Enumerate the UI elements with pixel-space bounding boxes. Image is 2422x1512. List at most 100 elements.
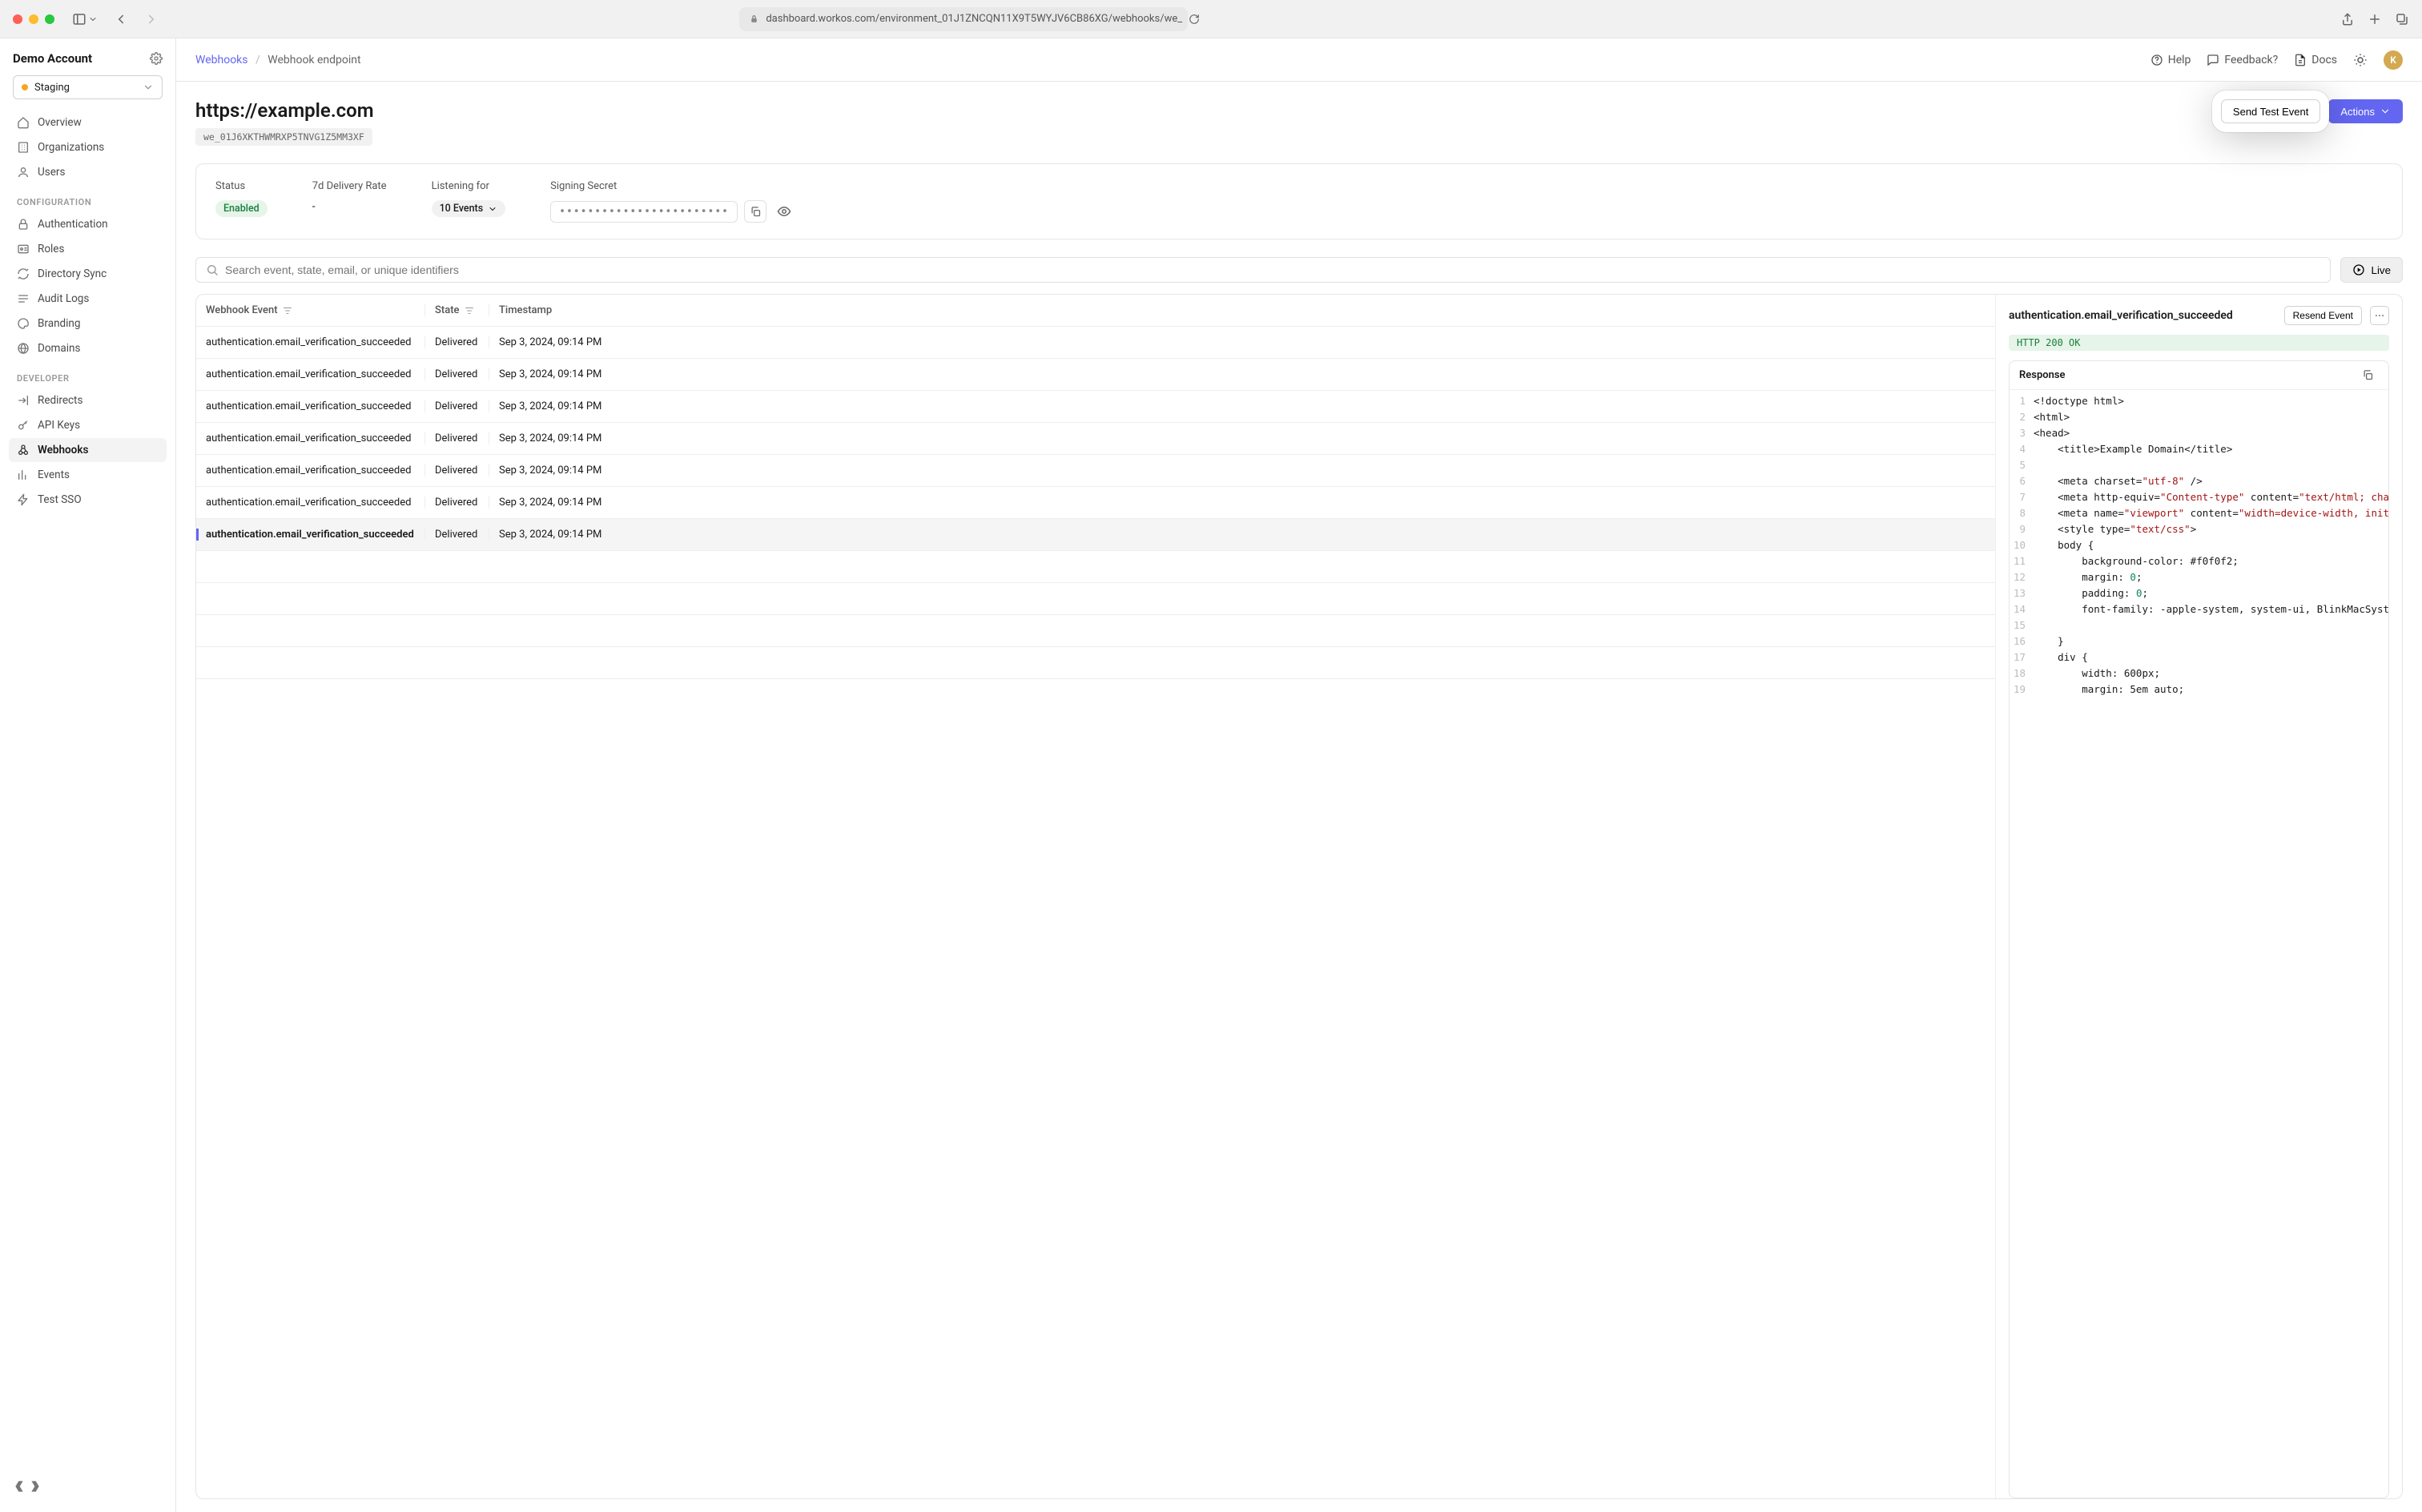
copy-response-button[interactable] <box>2356 364 2379 387</box>
more-actions-button[interactable] <box>2370 306 2389 325</box>
breadcrumb-root-link[interactable]: Webhooks <box>195 54 248 66</box>
listening-events-pill[interactable]: 10 Events <box>432 200 506 217</box>
env-dot-icon <box>22 84 28 90</box>
sidebar-item-redirects[interactable]: Redirects <box>9 388 167 412</box>
sidebar-item-events[interactable]: Events <box>9 463 167 487</box>
cell-state: Delivered <box>425 432 489 444</box>
window-zoom-button[interactable] <box>45 14 54 24</box>
new-tab-icon[interactable] <box>2368 12 2382 26</box>
sidebar-item-roles[interactable]: Roles <box>9 237 167 261</box>
sidebar-item-audit-logs[interactable]: Audit Logs <box>9 287 167 311</box>
code-line: 4 <title>Example Domain</title> <box>2010 441 2388 457</box>
sidebar-item-overview[interactable]: Overview <box>9 111 167 135</box>
code-line: 2<html> <box>2010 409 2388 425</box>
search-icon <box>206 263 219 276</box>
webhook-icon <box>17 444 30 456</box>
cell-state: Delivered <box>425 464 489 477</box>
live-button[interactable]: Live <box>2340 257 2403 283</box>
sidebar: Demo Account Staging OverviewOrganizatio… <box>0 38 176 1512</box>
reload-icon[interactable] <box>1189 14 1200 25</box>
table-row-empty <box>196 551 1995 583</box>
cell-timestamp: Sep 3, 2024, 09:14 PM <box>489 464 1995 477</box>
sidebar-item-webhooks[interactable]: Webhooks <box>9 438 167 462</box>
events-icon <box>17 468 30 481</box>
breadcrumb-separator: / <box>255 54 260 66</box>
cell-timestamp: Sep 3, 2024, 09:14 PM <box>489 432 1995 444</box>
window-traffic-lights <box>13 14 54 24</box>
help-link[interactable]: Help <box>2150 54 2191 66</box>
table-row[interactable]: authentication.email_verification_succee… <box>196 423 1995 455</box>
gear-icon[interactable] <box>150 52 163 65</box>
docs-link[interactable]: Docs <box>2294 54 2337 66</box>
table-row-empty <box>196 583 1995 615</box>
sidebar-item-users[interactable]: Users <box>9 160 167 184</box>
code-line: 1<!doctype html> <box>2010 393 2388 409</box>
table-row[interactable]: authentication.email_verification_succee… <box>196 487 1995 519</box>
roles-icon <box>17 243 30 255</box>
cell-event: authentication.email_verification_succee… <box>196 464 425 477</box>
table-row[interactable]: authentication.email_verification_succee… <box>196 519 1995 551</box>
sidebar-item-api-keys[interactable]: API Keys <box>9 413 167 437</box>
window-close-button[interactable] <box>13 14 22 24</box>
code-line: 13 padding: 0; <box>2010 585 2388 601</box>
status-badge: Enabled <box>215 200 268 217</box>
nav-back-button[interactable] <box>114 12 128 26</box>
share-icon[interactable] <box>2340 12 2355 26</box>
code-line: 10 body { <box>2010 537 2388 553</box>
sidebar-section-label: Configuration <box>0 184 175 212</box>
cell-state: Delivered <box>425 497 489 509</box>
events-table: Webhook Event State Timestamp auth <box>196 295 1995 1498</box>
reveal-secret-button[interactable] <box>773 200 795 223</box>
chevron-down-icon <box>2380 106 2391 117</box>
signing-secret-label: Signing Secret <box>550 180 795 192</box>
copy-secret-button[interactable] <box>744 200 766 223</box>
search-input[interactable] <box>195 257 2331 283</box>
chevron-down-icon <box>488 204 497 214</box>
actions-button[interactable]: Actions <box>2328 99 2403 123</box>
code-line: 12 margin: 0; <box>2010 569 2388 585</box>
http-status-badge: HTTP 200 OK <box>2009 335 2389 351</box>
resend-event-button[interactable]: Resend Event <box>2284 306 2362 325</box>
globe-icon <box>17 342 30 355</box>
column-header-timestamp[interactable]: Timestamp <box>489 304 1995 316</box>
sidebar-section-label: Developer <box>0 360 175 388</box>
column-header-event[interactable]: Webhook Event <box>196 304 425 316</box>
sidebar-item-organizations[interactable]: Organizations <box>9 135 167 159</box>
code-line: 15 <box>2010 617 2388 633</box>
response-code[interactable]: 1<!doctype html>2<html>3<head>4 <title>E… <box>2010 390 2388 1498</box>
tabs-icon[interactable] <box>2395 12 2409 26</box>
sidebar-item-branding[interactable]: Branding <box>9 312 167 336</box>
endpoint-id: we_01J6XKTHWMRXP5TNVG1Z5MM3XF <box>195 128 372 146</box>
chevron-down-icon[interactable] <box>88 12 98 26</box>
sidebar-item-directory-sync[interactable]: Directory Sync <box>9 262 167 286</box>
topbar: Webhooks / Webhook endpoint Help Feedbac… <box>176 38 2422 82</box>
table-row[interactable]: authentication.email_verification_succee… <box>196 359 1995 391</box>
key-icon <box>17 419 30 432</box>
sidebar-item-domains[interactable]: Domains <box>9 336 167 360</box>
table-row-empty <box>196 647 1995 679</box>
status-label: Status <box>215 180 268 192</box>
cell-timestamp: Sep 3, 2024, 09:14 PM <box>489 497 1995 509</box>
table-row[interactable]: authentication.email_verification_succee… <box>196 327 1995 359</box>
filter-icon <box>283 306 292 316</box>
avatar[interactable]: K <box>2384 50 2403 70</box>
chevron-down-icon <box>143 82 154 93</box>
sidebar-toggle-icon[interactable] <box>72 12 86 26</box>
sidebar-item-authentication[interactable]: Authentication <box>9 212 167 236</box>
send-test-event-button[interactable]: Send Test Event <box>2221 99 2320 123</box>
table-row[interactable]: authentication.email_verification_succee… <box>196 455 1995 487</box>
lock-icon <box>17 218 30 231</box>
cell-event: authentication.email_verification_succee… <box>196 497 425 509</box>
column-header-state[interactable]: State <box>425 304 489 316</box>
code-line: 3<head> <box>2010 425 2388 441</box>
user-icon <box>17 166 30 179</box>
theme-toggle[interactable] <box>2353 53 2368 67</box>
environment-select[interactable]: Staging <box>13 75 163 99</box>
table-row[interactable]: authentication.email_verification_succee… <box>196 391 1995 423</box>
sidebar-item-test-sso[interactable]: Test SSO <box>9 488 167 512</box>
window-minimize-button[interactable] <box>29 14 38 24</box>
nav-forward-button[interactable] <box>144 12 159 26</box>
search-field[interactable] <box>225 263 2320 276</box>
address-bar[interactable]: dashboard.workos.com/environment_01J1ZNC… <box>739 7 1188 31</box>
feedback-link[interactable]: Feedback? <box>2207 54 2278 66</box>
